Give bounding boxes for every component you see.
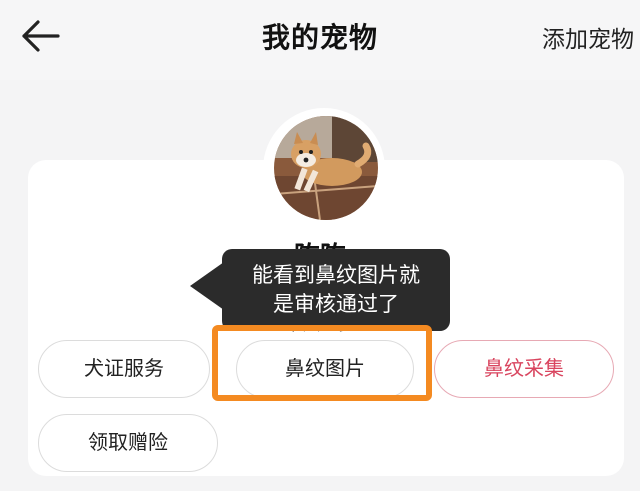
claim-insurance-button[interactable]: 领取赠险 [38,414,218,472]
tooltip-line-2: 是审核通过了 [273,292,399,316]
nose-print-collect-button[interactable]: 鼻纹采集 [434,340,614,398]
tooltip: 能看到鼻纹图片就 是审核通过了 [222,249,450,331]
dog-photo-icon [274,116,378,220]
add-pet-button[interactable]: 添加宠物 [542,20,634,54]
pet-avatar[interactable] [274,116,378,220]
tooltip-line-1: 能看到鼻纹图片就 [252,263,420,287]
top-bar: 我的宠物 添加宠物 [0,0,640,80]
dog-license-button[interactable]: 犬证服务 [38,340,210,398]
tooltip-arrow [190,262,224,310]
highlight-box [212,325,432,401]
